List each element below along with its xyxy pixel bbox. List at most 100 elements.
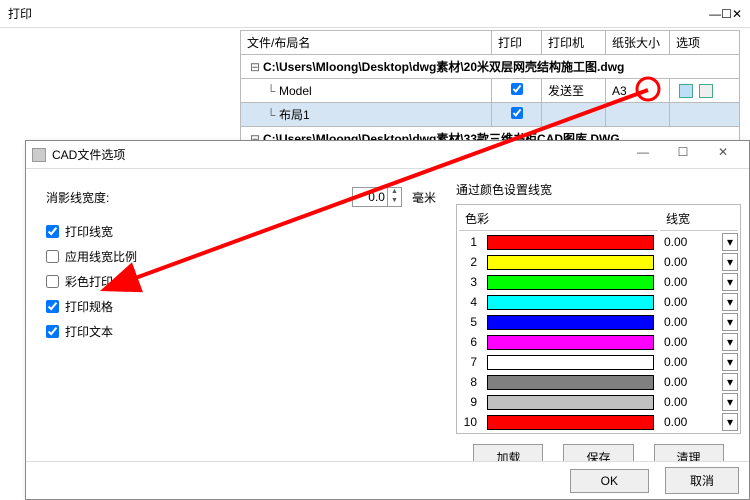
- color-row[interactable]: 30.00▾: [459, 273, 738, 291]
- color-swatch[interactable]: [483, 373, 658, 391]
- close-button[interactable]: ✕: [703, 138, 743, 166]
- color-row[interactable]: 20.00▾: [459, 253, 738, 271]
- lineweight-dropdown-icon[interactable]: ▾: [722, 373, 738, 391]
- paper-cell[interactable]: A3: [606, 79, 670, 103]
- print-text-label: 打印文本: [65, 323, 113, 340]
- color-swatch[interactable]: [483, 393, 658, 411]
- color-swatch[interactable]: [483, 313, 658, 331]
- cad-file-options-dialog: CAD文件选项 — ☐ ✕ 消影线宽度: ▲▼ 毫米 打印线宽 应用线宽比例 彩…: [25, 140, 750, 500]
- options-cell[interactable]: [670, 103, 740, 127]
- options-icon[interactable]: [679, 84, 693, 98]
- hidden-linewidth-label: 消影线宽度:: [46, 189, 136, 206]
- color-swatch[interactable]: [483, 273, 658, 291]
- left-options-pane: 消影线宽度: ▲▼ 毫米 打印线宽 应用线宽比例 彩色打印 打印规格 打印文本: [26, 169, 456, 461]
- color-row[interactable]: 8 0.00▾: [459, 373, 738, 391]
- lineweight-value: 0.00: [660, 253, 720, 271]
- color-lineweight-table: 色彩 线宽 10.00▾20.00▾30.00▾40.00▾50.00▾60.0…: [456, 204, 741, 434]
- color-row[interactable]: 70.00▾: [459, 353, 738, 371]
- close-button[interactable]: ✕: [732, 7, 742, 21]
- layout-name: Model: [279, 84, 312, 98]
- color-row[interactable]: 10 0.00▾: [459, 413, 738, 431]
- lineweight-dropdown-icon[interactable]: ▾: [722, 273, 738, 291]
- hidden-linewidth-spinner[interactable]: ▲▼: [352, 187, 402, 207]
- print-linewidth-checkbox[interactable]: [46, 225, 59, 238]
- color-index: 5: [459, 313, 481, 331]
- spin-up-icon[interactable]: ▲: [388, 188, 401, 197]
- col-filename[interactable]: 文件/布局名: [241, 31, 492, 55]
- lineweight-dropdown-icon[interactable]: ▾: [722, 393, 738, 411]
- minimize-button[interactable]: —: [709, 7, 721, 21]
- lineweight-value: 0.00: [660, 293, 720, 311]
- lineweight-dropdown-icon[interactable]: ▾: [722, 333, 738, 351]
- print-spec-checkbox[interactable]: [46, 300, 59, 313]
- lineweight-value: 0.00: [660, 393, 720, 411]
- print-text-checkbox[interactable]: [46, 325, 59, 338]
- group-title: 通过颜色设置线宽: [456, 181, 741, 198]
- file-path: C:\Users\Mloong\Desktop\dwg素材\20米双层网壳结构施…: [263, 60, 624, 74]
- color-row[interactable]: 1 0.00▾: [459, 233, 738, 251]
- hidden-linewidth-input[interactable]: [353, 188, 387, 206]
- collapse-icon[interactable]: ⊟: [247, 60, 263, 74]
- col-print[interactable]: 打印: [492, 31, 542, 55]
- lineweight-dropdown-icon[interactable]: ▾: [722, 253, 738, 271]
- col-printer[interactable]: 打印机: [542, 31, 606, 55]
- col-color-header: 色彩: [459, 207, 658, 231]
- layout-row-selected[interactable]: └布局1: [241, 103, 740, 127]
- save-button[interactable]: 保存: [563, 444, 633, 461]
- ok-button[interactable]: OK: [570, 469, 649, 493]
- dialog-title: CAD文件选项: [52, 146, 623, 163]
- print-checkbox[interactable]: [511, 83, 523, 95]
- color-index: 9: [459, 393, 481, 411]
- color-row[interactable]: 9 0.00▾: [459, 393, 738, 411]
- printer-cell[interactable]: 发送至: [542, 79, 606, 103]
- color-index: 7: [459, 353, 481, 371]
- color-row[interactable]: 40.00▾: [459, 293, 738, 311]
- color-print-label: 彩色打印: [65, 273, 113, 290]
- color-swatch[interactable]: [483, 253, 658, 271]
- col-paper[interactable]: 纸张大小: [606, 31, 670, 55]
- lineweight-value: 0.00: [660, 413, 720, 431]
- color-index: 10: [459, 413, 481, 431]
- color-row[interactable]: 60.00▾: [459, 333, 738, 351]
- lineweight-dropdown-icon[interactable]: ▾: [722, 353, 738, 371]
- lineweight-value: 0.00: [660, 233, 720, 251]
- clear-button[interactable]: 清理: [654, 444, 724, 461]
- apply-lw-scale-checkbox[interactable]: [46, 250, 59, 263]
- color-index: 1: [459, 233, 481, 251]
- color-swatch[interactable]: [483, 293, 658, 311]
- maximize-button[interactable]: ☐: [663, 138, 703, 166]
- col-options[interactable]: 选项: [670, 31, 740, 55]
- lineweight-value: 0.00: [660, 313, 720, 331]
- layout-row[interactable]: └Model 发送至 A3: [241, 79, 740, 103]
- color-index: 6: [459, 333, 481, 351]
- color-row[interactable]: 5 0.00▾: [459, 313, 738, 331]
- right-color-pane: 通过颜色设置线宽 色彩 线宽 10.00▾20.00▾30.00▾40.00▾5…: [456, 169, 749, 461]
- options-cell[interactable]: [670, 79, 740, 103]
- dialog-titlebar: CAD文件选项 — ☐ ✕: [26, 141, 749, 169]
- lineweight-dropdown-icon[interactable]: ▾: [722, 413, 738, 431]
- color-swatch[interactable]: [483, 413, 658, 431]
- color-swatch[interactable]: [483, 353, 658, 371]
- load-button[interactable]: 加载: [473, 444, 543, 461]
- layout-name: 布局1: [279, 108, 310, 122]
- color-print-checkbox[interactable]: [46, 275, 59, 288]
- grid-header: 文件/布局名 打印 打印机 纸张大小 选项: [241, 31, 740, 55]
- back-title: 打印: [8, 5, 32, 22]
- minimize-button[interactable]: —: [623, 138, 663, 166]
- color-swatch[interactable]: [483, 333, 658, 351]
- file-row[interactable]: ⊟C:\Users\Mloong\Desktop\dwg素材\20米双层网壳结构…: [241, 55, 740, 79]
- print-checkbox[interactable]: [511, 107, 523, 119]
- cancel-button[interactable]: 取消: [665, 467, 739, 494]
- lineweight-value: 0.00: [660, 273, 720, 291]
- lineweight-dropdown-icon[interactable]: ▾: [722, 293, 738, 311]
- maximize-button[interactable]: ☐: [721, 7, 732, 21]
- lineweight-value: 0.00: [660, 373, 720, 391]
- paper-cell[interactable]: [606, 103, 670, 127]
- spin-down-icon[interactable]: ▼: [388, 197, 401, 206]
- color-index: 8: [459, 373, 481, 391]
- color-swatch[interactable]: [483, 233, 658, 251]
- lineweight-dropdown-icon[interactable]: ▾: [722, 313, 738, 331]
- printer-cell[interactable]: [542, 103, 606, 127]
- options-icon-2[interactable]: [699, 84, 713, 98]
- lineweight-dropdown-icon[interactable]: ▾: [722, 233, 738, 251]
